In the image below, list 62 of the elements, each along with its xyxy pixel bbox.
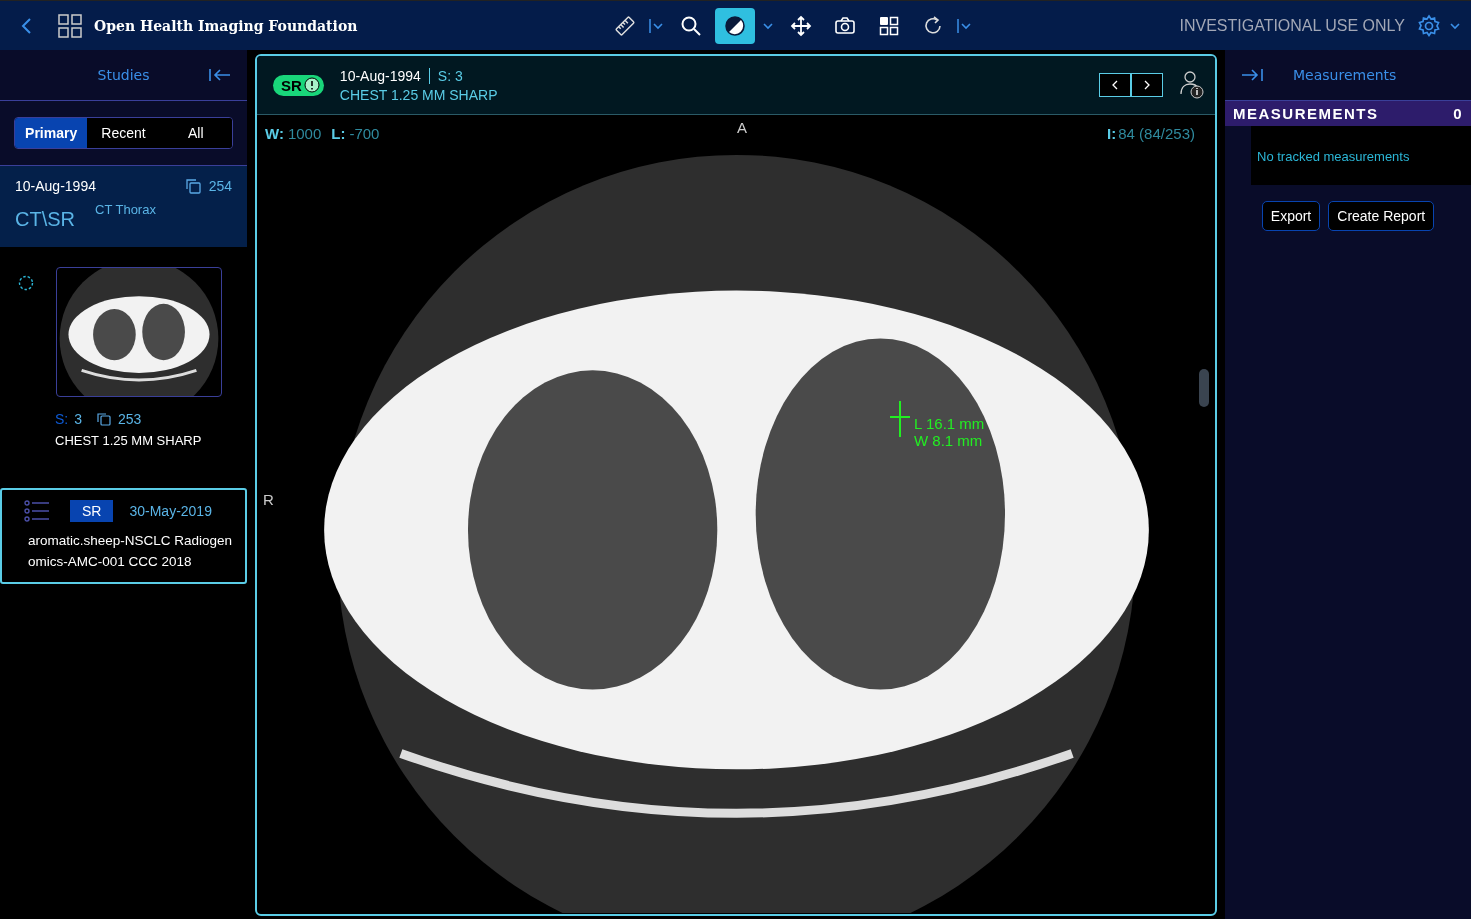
panel-title: Studies: [97, 67, 150, 83]
layout-grid-icon: [878, 14, 900, 37]
grid-logo-icon: [58, 13, 82, 38]
previous-button[interactable]: [1099, 73, 1131, 97]
window-label: W:: [265, 125, 284, 142]
series-description: CHEST 1.25 MM SHARP: [339, 86, 498, 103]
series-item[interactable]: S: 3 253 CHEST 1.25 MM SHARP: [0, 247, 247, 488]
patient-info-icon[interactable]: [1179, 70, 1205, 100]
series-label: S:: [55, 411, 69, 427]
alert-icon: [303, 77, 320, 93]
level-value: -700: [349, 125, 380, 142]
window-value: 1000: [287, 125, 322, 142]
viewport-panel[interactable]: SR 10-Aug-1994 S: 3 CHEST 1.25 MM SHARP W: 1000 L: -700 A I:84 (84/253) R L 16.1 mm W 8.1 mm: [255, 54, 1217, 916]
section-title: MEASUREMENTS: [1233, 105, 1379, 122]
modality-badge: SR: [70, 500, 114, 522]
orientation-marker: R: [263, 491, 274, 508]
camera-icon: [834, 14, 856, 37]
study-card[interactable]: 10-Aug-1994 254 CT\SR CT Thorax: [0, 166, 247, 247]
collapse-panel-icon[interactable]: [209, 68, 231, 82]
report-description: aromatic.sheep-NSCLC Radiogenomics-AMC-001 CCC 2018: [27, 532, 233, 571]
expand-panel-icon[interactable]: [1241, 68, 1263, 82]
list-icon: [24, 500, 50, 522]
study-date: 10-Aug-1994: [339, 67, 421, 84]
instance-count: 253: [118, 411, 142, 427]
empty-message: No tracked measurements: [1257, 149, 1410, 164]
next-button[interactable]: [1131, 73, 1163, 97]
instance-count: 254: [208, 178, 232, 194]
measurement-crosshair-icon: [890, 401, 910, 437]
report-item[interactable]: SR 30-May-2019 aromatic.sheep-NSCLC Radiogenomics-AMC-001 CCC 2018: [0, 488, 247, 584]
panel-title: Measurements: [1293, 67, 1397, 83]
action-button[interactable]: Export: [1261, 201, 1321, 231]
series-thumbnail[interactable]: [56, 267, 222, 397]
report-date: 30-May-2019: [129, 503, 212, 519]
settings-icon[interactable]: [1417, 13, 1441, 38]
modality-text: CT\SR: [15, 208, 75, 231]
stack-icon: [96, 412, 113, 426]
study-description: CT Thorax: [95, 202, 156, 217]
tab[interactable]: Primary: [15, 118, 88, 148]
series-number: S: 3: [428, 67, 463, 84]
move-arrows-icon: [790, 14, 812, 37]
search-icon: [680, 14, 702, 37]
status-badge: SR: [273, 74, 324, 96]
action-button[interactable]: Create Report: [1328, 201, 1435, 231]
orientation-marker: A: [737, 119, 747, 136]
scrollbar-thumb[interactable]: [1199, 369, 1209, 407]
image-index: 84 (84/253): [1118, 125, 1195, 142]
measurement-length: L 16.1 mm: [914, 415, 985, 432]
measurement-count: 0: [1453, 105, 1463, 122]
tool-button[interactable]: [715, 7, 755, 44]
contrast-icon: [724, 14, 746, 37]
rotate-icon: [922, 14, 944, 37]
ruler-icon: [614, 14, 636, 37]
measurement-width: W 8.1 mm: [914, 432, 984, 449]
level-label: L:: [331, 125, 346, 142]
notice-text: INVESTIGATIONAL USE ONLY: [1179, 16, 1405, 35]
stack-icon: [184, 178, 203, 194]
app-title: Open Health Imaging Foundation: [94, 17, 358, 34]
image-label: I:: [1107, 125, 1117, 142]
series-description: CHEST 1.25 MM SHARP: [54, 433, 203, 448]
series-number: 3: [74, 411, 83, 427]
back-icon[interactable]: [20, 15, 34, 36]
study-date: 10-Aug-1994: [15, 178, 96, 194]
